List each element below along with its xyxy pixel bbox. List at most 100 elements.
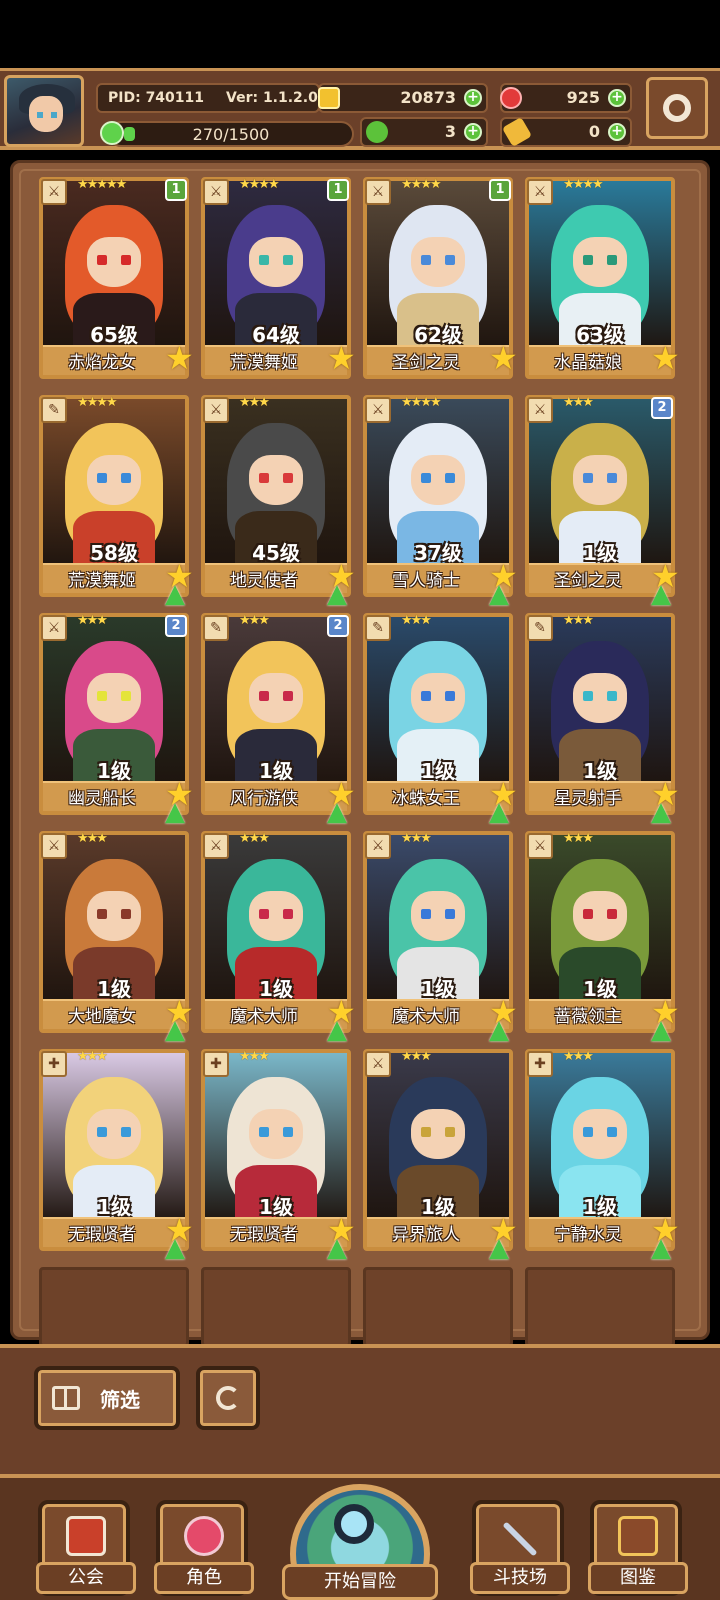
hero-card[interactable]: 1级 蔷薇领主 ⚔ ★★★ ★ ▲ [525,831,680,1043]
hero-level: 1级 [97,1195,131,1219]
sword-icon: ⚔ [41,179,67,205]
hero-level: 1级 [583,977,617,1001]
clover-amount: 3 [444,122,456,141]
hero-name-bar: 荒漠舞姬 [43,563,185,593]
hero-name: 无瑕贤者 [230,1225,298,1245]
hero-name-bar: 荒漠舞姬 [205,345,347,375]
hero-level: 1级 [583,759,617,783]
level-up-arrow-icon: ▲ [489,579,509,609]
hero-copies-badge: 1 [165,179,187,201]
hero-card[interactable]: 1级 幽灵船长 ⚔ ★★★ 2 ★ ▲ [39,613,194,825]
add-key-button[interactable]: + [608,123,626,141]
hero-name-bar: 赤焰龙女 [43,345,185,375]
hero-card[interactable]: 58级 荒漠舞姬 ✎ ★★★★ ★ ▲ [39,395,194,607]
clover-icon [366,121,388,143]
hero-level: 1级 [259,1195,293,1219]
hero-card[interactable]: 1级 异界旅人 ⚔ ★★★ ★ ▲ [363,1049,518,1261]
level-up-arrow-icon: ▲ [327,797,347,827]
hero-rarity-stars: ★★★★ [563,177,604,192]
staff-icon: ✎ [41,397,67,423]
hero-rarity-stars: ★★★★ [401,177,442,192]
hero-card[interactable]: 1级 星灵射手 ✎ ★★★ ★ ▲ [525,613,680,825]
hero-rarity-stars: ★★★ [563,395,594,410]
hero-card[interactable]: 1级 无瑕贤者 ✚ ★★★ ★ ▲ [201,1049,356,1261]
hero-copies-badge: 2 [327,615,349,637]
nav-character-label: 角色 [154,1562,254,1594]
level-up-arrow-icon: ▲ [489,797,509,827]
sword-icon: ⚔ [41,833,67,859]
add-clover-button[interactable]: + [464,123,482,141]
hero-rarity-stars: ★★★ [77,613,108,628]
gold-counter: 20873 + [318,83,488,113]
hero-card[interactable]: 37级 雪人骑士 ⚔ ★★★★ ★ ▲ [363,395,518,607]
hero-name-bar: 宁静水灵 [529,1217,671,1247]
player-id: PID: 740111 [108,90,205,106]
hero-rarity-stars: ★★★ [239,613,270,628]
player-avatar[interactable] [4,75,84,147]
hero-name: 荒漠舞姬 [230,353,298,373]
key-amount: 0 [588,122,600,141]
hero-level: 45级 [252,541,300,565]
start-adventure-button[interactable]: 开始冒险 [268,1478,452,1600]
staff-icon: ✎ [365,615,391,641]
sword-icon: ⚔ [527,833,553,859]
hero-card[interactable]: 65级 赤焰龙女 ⚔ ★★★★★ 1 ★ [39,177,194,379]
hero-card[interactable]: 64级 荒漠舞姬 ⚔ ★★★★ 1 ★ [201,177,356,379]
hero-card[interactable]: 1级 风行游侠 ✎ ★★★ 2 ★ ▲ [201,613,356,825]
hero-name-bar: 异界旅人 [367,1217,509,1247]
hero-name: 大地魔女 [68,1007,136,1027]
settings-button[interactable] [646,77,708,139]
hero-card[interactable]: 1级 无瑕贤者 ✚ ★★★ ★ ▲ [39,1049,194,1261]
grid-icon [52,1386,80,1410]
hero-card[interactable]: 45级 地灵使者 ⚔ ★★★ ★ ▲ [201,395,356,607]
sword-icon: ⚔ [203,397,229,423]
sword-icon: ⚔ [365,397,391,423]
hero-card[interactable]: 1级 冰蛛女王 ✎ ★★★ ★ ▲ [363,613,518,825]
hero-name: 风行游侠 [230,789,298,809]
nav-arena[interactable]: 斗技场 [470,1500,570,1596]
hero-name: 魔术大师 [392,1007,460,1027]
reset-filter-button[interactable] [196,1366,260,1430]
gem-counter: 925 + [500,83,632,113]
level-up-arrow-icon: ▲ [165,1015,185,1045]
level-up-arrow-icon: ▲ [165,579,185,609]
level-up-arrow-icon: ▲ [489,1233,509,1263]
hero-rarity-stars: ★★★ [401,831,432,846]
refresh-icon [216,1386,240,1410]
hero-level: 65级 [90,323,138,347]
nav-codex[interactable]: 图鉴 [588,1500,688,1596]
level-up-arrow-icon: ▲ [165,797,185,827]
nav-character[interactable]: 角色 [154,1500,254,1596]
add-gem-button[interactable]: + [608,89,626,107]
nav-guild[interactable]: 公会 [36,1500,136,1596]
hero-card[interactable]: 1级 魔术大师 ⚔ ★★★ ★ ▲ [363,831,518,1043]
character-face-icon [184,1516,224,1556]
hero-level: 1级 [421,1195,455,1219]
crossed-swords-icon [502,1521,538,1557]
filter-button[interactable]: 筛选 [34,1366,180,1430]
sword-icon: ⚔ [203,833,229,859]
hero-card[interactable]: 1级 圣剑之灵 ⚔ ★★★ 2 ★ ▲ [525,395,680,607]
hero-rarity-stars: ★★★★ [239,177,280,192]
hero-card[interactable]: 1级 魔术大师 ⚔ ★★★ ★ ▲ [201,831,356,1043]
add-gold-button[interactable]: + [464,89,482,107]
cross-icon: ✚ [203,1051,229,1077]
hero-name: 赤焰龙女 [68,353,136,373]
guild-building-icon [66,1516,106,1556]
sword-icon: ⚔ [365,833,391,859]
hero-card[interactable]: 63级 水晶菇娘 ⚔ ★★★★ ★ [525,177,680,379]
level-up-arrow-icon: ▲ [651,797,671,827]
hero-name-bar: 风行游侠 [205,781,347,811]
hero-card[interactable]: 1级 宁静水灵 ✚ ★★★ ★ ▲ [525,1049,680,1261]
gear-icon [663,94,691,122]
hero-name: 星灵射手 [554,789,622,809]
sword-icon: ⚔ [203,179,229,205]
hero-name-bar: 圣剑之灵 [367,345,509,375]
hero-name-bar: 地灵使者 [205,563,347,593]
hero-card[interactable]: 1级 大地魔女 ⚔ ★★★ ★ ▲ [39,831,194,1043]
star-upgrade-icon: ★ [165,339,194,377]
level-up-arrow-icon: ▲ [651,1015,671,1045]
hero-card[interactable]: 62级 圣剑之灵 ⚔ ★★★★ 1 ★ [363,177,518,379]
hero-name-bar: 圣剑之灵 [529,563,671,593]
top-header: PID: 740111 Ver: 1.1.2.0 20873 + 925 + 2… [0,68,720,150]
